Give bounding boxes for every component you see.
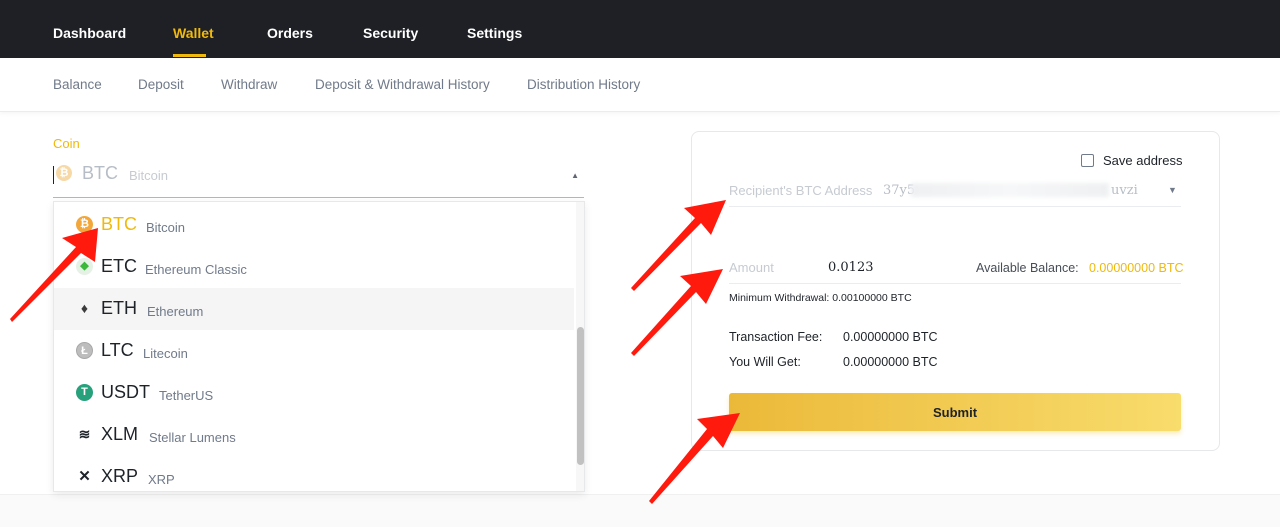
stellar-icon: ≋ bbox=[78, 426, 91, 442]
ethereum-icon: ♦ bbox=[80, 300, 89, 316]
nav-active-indicator bbox=[173, 54, 206, 57]
amount-input[interactable]: 0.0123 bbox=[828, 260, 874, 275]
selected-coin-name: Bitcoin bbox=[129, 168, 169, 183]
coin-option-xrp[interactable]: ✕ XRP XRP bbox=[54, 456, 574, 491]
amount-field-underline bbox=[729, 283, 1181, 284]
coin-option-symbol: LTC bbox=[101, 340, 134, 360]
nav-settings[interactable]: Settings bbox=[467, 25, 522, 41]
selected-coin-symbol: BTC bbox=[82, 163, 118, 183]
bitcoin-icon: ₿ bbox=[76, 216, 93, 233]
coin-option-name: Ethereum Classic bbox=[145, 262, 247, 277]
dropdown-scrollbar[interactable] bbox=[576, 202, 584, 491]
subnav-balance[interactable]: Balance bbox=[53, 77, 102, 92]
coin-dropdown: ₿ BTC Bitcoin ◆ ETC Ethereum Classic ♦ E… bbox=[53, 201, 585, 492]
top-nav: Dashboard Wallet Orders Security Setting… bbox=[0, 0, 1280, 58]
nav-orders[interactable]: Orders bbox=[267, 25, 313, 41]
available-balance-label: Available Balance: bbox=[976, 261, 1079, 275]
you-will-get-label: You Will Get: bbox=[729, 355, 801, 369]
transaction-fee-value: 0.00000000 BTC bbox=[843, 330, 938, 344]
available-balance-value[interactable]: 0.00000000 BTC bbox=[1089, 261, 1184, 275]
litecoin-icon: Ł bbox=[76, 342, 93, 359]
scrollbar-thumb[interactable] bbox=[577, 327, 584, 465]
address-redaction bbox=[911, 183, 1109, 197]
coin-option-symbol: BTC bbox=[101, 214, 137, 234]
save-address-label[interactable]: Save address bbox=[1103, 153, 1183, 168]
coin-option-name: Bitcoin bbox=[146, 220, 186, 235]
minimum-withdrawal-text: Minimum Withdrawal: 0.00100000 BTC bbox=[729, 292, 912, 304]
coin-option-name: Litecoin bbox=[143, 346, 188, 361]
xrp-icon: ✕ bbox=[78, 468, 91, 485]
subnav-history[interactable]: Deposit & Withdrawal History bbox=[315, 77, 490, 92]
text-cursor bbox=[53, 166, 54, 184]
recipient-address-value-end[interactable]: uvzi bbox=[1111, 183, 1138, 198]
coin-option-etc[interactable]: ◆ ETC Ethereum Classic bbox=[54, 246, 574, 288]
ethereum-classic-icon: ◆ bbox=[76, 258, 93, 275]
page-footer-strip bbox=[0, 494, 1280, 527]
coin-label: Coin bbox=[53, 136, 80, 151]
bitcoin-icon: ₿ bbox=[56, 165, 72, 181]
you-will-get-value: 0.00000000 BTC bbox=[843, 355, 938, 369]
caret-down-icon[interactable]: ▼ bbox=[1168, 185, 1177, 195]
tether-icon: T bbox=[76, 384, 93, 401]
coin-select[interactable]: ₿ BTC Bitcoin ▲ bbox=[53, 158, 584, 198]
subnav-deposit[interactable]: Deposit bbox=[138, 77, 184, 92]
nav-security[interactable]: Security bbox=[363, 25, 418, 41]
coin-option-xlm[interactable]: ≋ XLM Stellar Lumens bbox=[54, 414, 574, 456]
nav-dashboard[interactable]: Dashboard bbox=[53, 25, 126, 41]
coin-option-symbol: ETH bbox=[101, 298, 137, 318]
submit-button[interactable]: Submit bbox=[729, 393, 1181, 431]
coin-option-eth[interactable]: ♦ ETH Ethereum bbox=[54, 288, 574, 330]
address-field-underline bbox=[729, 206, 1181, 207]
subnav-withdraw[interactable]: Withdraw bbox=[221, 77, 277, 92]
coin-option-symbol: XLM bbox=[101, 424, 139, 444]
caret-up-icon[interactable]: ▲ bbox=[571, 171, 579, 180]
subnav-distribution-history[interactable]: Distribution History bbox=[527, 77, 640, 92]
coin-option-symbol: XRP bbox=[101, 466, 139, 486]
coin-option-symbol: ETC bbox=[101, 256, 137, 276]
nav-wallet[interactable]: Wallet bbox=[173, 25, 214, 41]
amount-label: Amount bbox=[729, 260, 774, 275]
transaction-fee-label: Transaction Fee: bbox=[729, 330, 823, 344]
coin-option-name: Stellar Lumens bbox=[149, 430, 236, 445]
coin-option-name: XRP bbox=[148, 472, 175, 487]
coin-option-usdt[interactable]: T USDT TetherUS bbox=[54, 372, 574, 414]
coin-option-btc[interactable]: ₿ BTC Bitcoin bbox=[54, 204, 574, 246]
coin-option-symbol: USDT bbox=[101, 382, 150, 402]
coin-option-name: TetherUS bbox=[159, 388, 214, 403]
recipient-address-label: Recipient's BTC Address bbox=[729, 183, 873, 198]
wallet-subnav: Balance Deposit Withdraw Deposit & Withd… bbox=[0, 58, 1280, 112]
coin-option-name: Ethereum bbox=[147, 304, 204, 319]
save-address-checkbox[interactable] bbox=[1081, 154, 1094, 167]
coin-option-ltc[interactable]: Ł LTC Litecoin bbox=[54, 330, 574, 372]
